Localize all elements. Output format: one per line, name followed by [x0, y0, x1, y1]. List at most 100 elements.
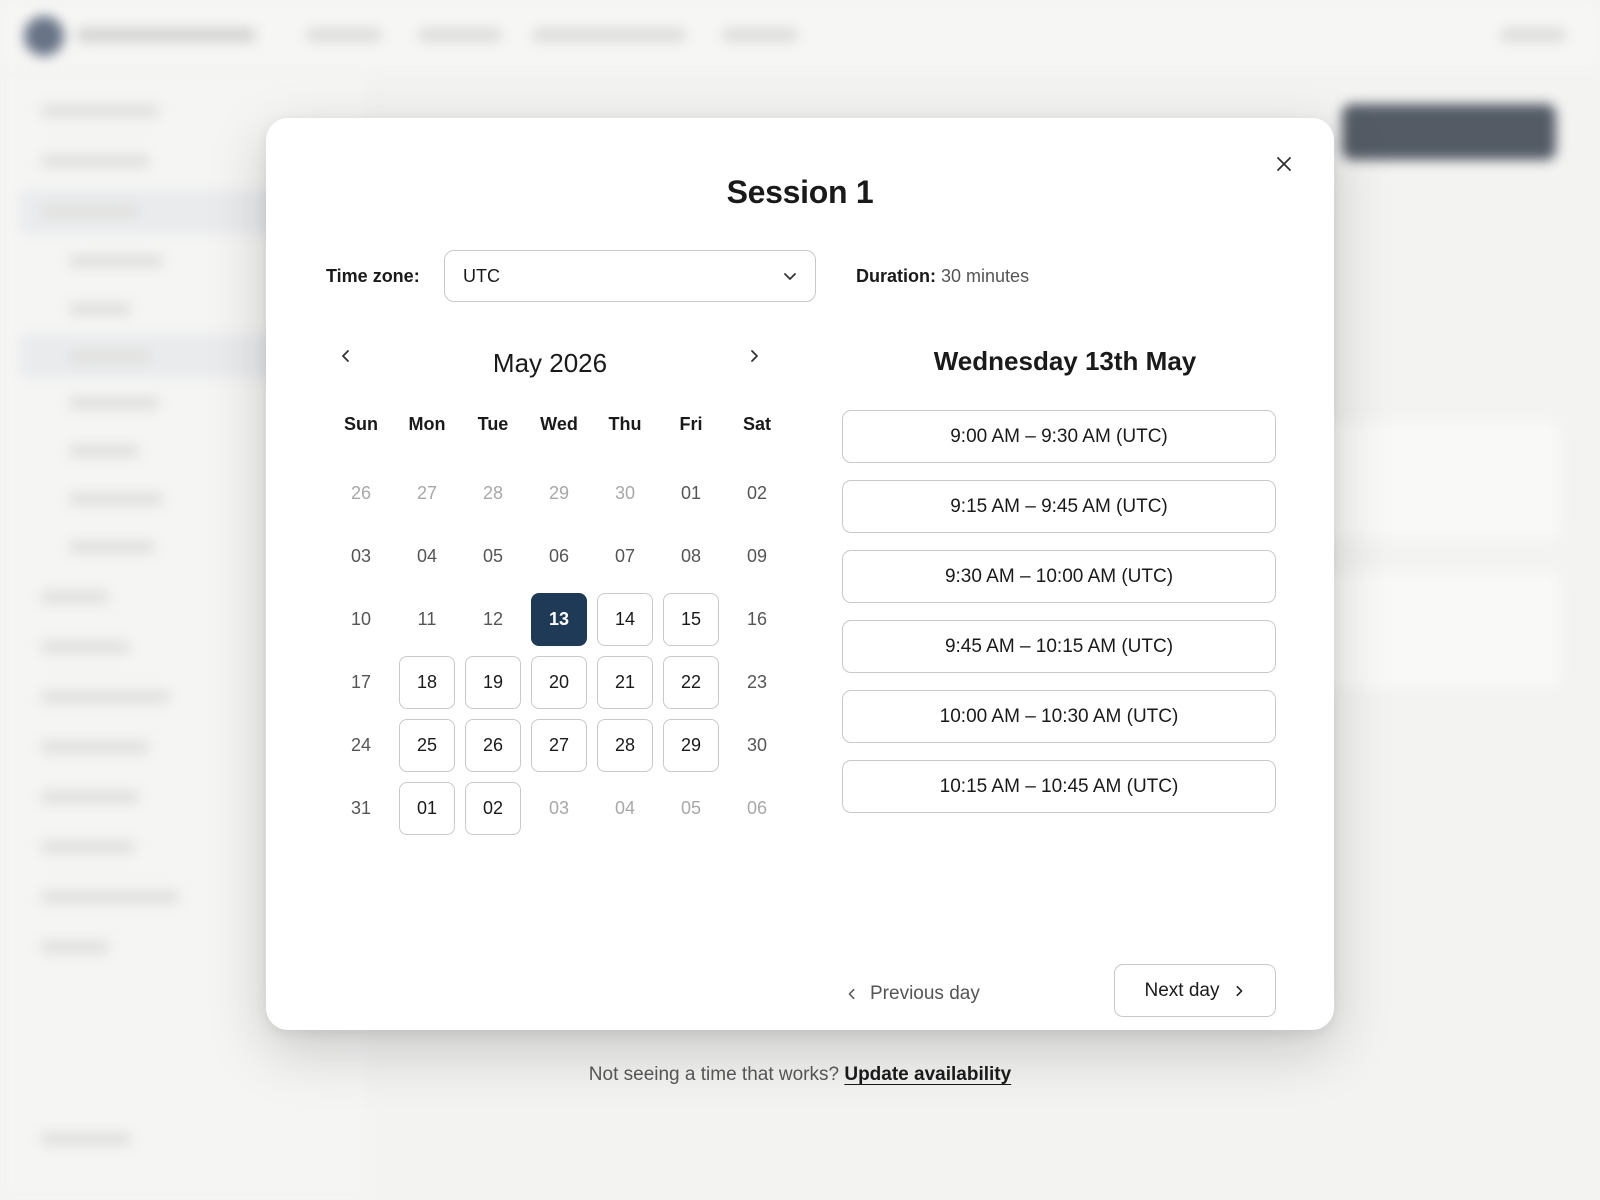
- calendar-day: 17: [328, 651, 394, 714]
- calendar-day[interactable]: 27: [526, 714, 592, 777]
- background-sidebar-item: [40, 690, 170, 704]
- calendar-day-number: 03: [548, 798, 570, 818]
- calendar-day-number: 28: [482, 483, 504, 503]
- background-nav-item: [306, 28, 382, 42]
- background-nav-item: [722, 28, 798, 42]
- calendar-day[interactable]: 19: [460, 651, 526, 714]
- calendar-day-number: 01: [399, 782, 455, 835]
- calendar-day: 24: [328, 714, 394, 777]
- calendar-day-number: 27: [531, 719, 587, 772]
- calendar-day[interactable]: 02: [460, 777, 526, 840]
- calendar-day[interactable]: 22: [658, 651, 724, 714]
- background-nav-item: [532, 28, 686, 42]
- calendar-day-number: 20: [531, 656, 587, 709]
- calendar-day-number: 06: [746, 798, 768, 818]
- calendar-day-number: 18: [399, 656, 455, 709]
- calendar-day-number: 01: [680, 483, 702, 503]
- calendar-day-selected[interactable]: 13: [526, 588, 592, 651]
- calendar-day: 05: [658, 777, 724, 840]
- time-slot-button[interactable]: 10:15 AM – 10:45 AM (UTC): [842, 760, 1276, 813]
- background-sidebar-item: [68, 492, 164, 506]
- update-availability-link[interactable]: Update availability: [844, 1064, 1011, 1085]
- calendar-day: 01: [658, 462, 724, 525]
- calendar-day-number: 25: [399, 719, 455, 772]
- calendar-day: 03: [328, 525, 394, 588]
- calendar-day-number: 06: [548, 546, 570, 566]
- calendar-day-number: 29: [548, 483, 570, 503]
- availability-note: Not seeing a time that works? Update ava…: [266, 1064, 1334, 1086]
- calendar-day[interactable]: 15: [658, 588, 724, 651]
- calendar-day-number: 13: [531, 593, 587, 646]
- calendar-day: 05: [460, 525, 526, 588]
- background-sidebar-item: [40, 104, 160, 118]
- background-sidebar-item: [40, 740, 150, 754]
- background-sidebar-item: [40, 154, 150, 168]
- calendar-day-number: 15: [663, 593, 719, 646]
- background-sidebar-item: [40, 940, 110, 954]
- calendar-day-number: 08: [680, 546, 702, 566]
- background-sidebar-item: [40, 640, 130, 654]
- time-slot-button[interactable]: 9:15 AM – 9:45 AM (UTC): [842, 480, 1276, 533]
- time-slot-button[interactable]: 10:00 AM – 10:30 AM (UTC): [842, 690, 1276, 743]
- background-sidebar-item: [68, 302, 132, 316]
- calendar-day[interactable]: 01: [394, 777, 460, 840]
- calendar-day: 31: [328, 777, 394, 840]
- previous-month-button[interactable]: [330, 340, 362, 372]
- background-card: [1300, 570, 1562, 690]
- calendar-day: 26: [328, 462, 394, 525]
- calendar-day[interactable]: 21: [592, 651, 658, 714]
- calendar-day[interactable]: 28: [592, 714, 658, 777]
- calendar-day[interactable]: 20: [526, 651, 592, 714]
- background-nav-item: [1500, 28, 1566, 42]
- chevron-left-icon: [342, 350, 349, 362]
- calendar-day: 04: [592, 777, 658, 840]
- calendar-day-number: 28: [597, 719, 653, 772]
- background-sidebar-item: [40, 890, 180, 904]
- background-card: [1300, 420, 1562, 540]
- close-icon: [1277, 157, 1291, 171]
- calendar-day: 04: [394, 525, 460, 588]
- background-nav-item: [418, 28, 502, 42]
- background-sidebar-item: [40, 790, 140, 804]
- time-slot-button[interactable]: 9:45 AM – 10:15 AM (UTC): [842, 620, 1276, 673]
- chevron-right-icon: [1236, 985, 1243, 996]
- previous-day-button[interactable]: Previous day: [846, 968, 980, 1020]
- background-sidebar-item: [68, 540, 156, 554]
- month-label: May 2026: [492, 348, 608, 378]
- calendar-day[interactable]: 18: [394, 651, 460, 714]
- next-day-button[interactable]: Next day: [1114, 964, 1276, 1017]
- background-logo: [24, 16, 64, 56]
- weekday-label: Mon: [408, 414, 446, 434]
- weekday-label: Sat: [742, 414, 771, 434]
- time-slot-button[interactable]: 9:30 AM – 10:00 AM (UTC): [842, 550, 1276, 603]
- selected-date-label: Wednesday 13th May: [933, 346, 1197, 376]
- next-day-label: Next day: [1144, 979, 1220, 1001]
- calendar-day[interactable]: 26: [460, 714, 526, 777]
- calendar-day-number: 04: [416, 546, 438, 566]
- calendar-day-number: 04: [614, 798, 636, 818]
- calendar-day-number: 30: [746, 735, 768, 755]
- background-sidebar-item: [68, 396, 160, 410]
- calendar-day[interactable]: 29: [658, 714, 724, 777]
- calendar-day: 07: [592, 525, 658, 588]
- calendar-day: 16: [724, 588, 790, 651]
- calendar-day-number: 10: [350, 609, 372, 629]
- calendar-day: 11: [394, 588, 460, 651]
- time-slot-button[interactable]: 9:00 AM – 9:30 AM (UTC): [842, 410, 1276, 463]
- calendar-day-number: 03: [350, 546, 372, 566]
- calendar-day: 10: [328, 588, 394, 651]
- weekday-label: Fri: [679, 414, 703, 434]
- calendar-day: 06: [526, 525, 592, 588]
- calendar-day-number: 27: [416, 483, 438, 503]
- previous-day-label: Previous day: [870, 983, 980, 1004]
- calendar-day[interactable]: 14: [592, 588, 658, 651]
- background-sidebar-item: [40, 840, 136, 854]
- calendar-day-number: 11: [417, 609, 437, 629]
- chevron-right-icon: [751, 350, 758, 362]
- calendar-day[interactable]: 25: [394, 714, 460, 777]
- calendar-day-number: 21: [597, 656, 653, 709]
- next-month-button[interactable]: [738, 340, 770, 372]
- calendar-day-number: 16: [746, 609, 768, 629]
- calendar-day-number: 23: [746, 672, 768, 692]
- timezone-select[interactable]: UTC: [444, 250, 816, 302]
